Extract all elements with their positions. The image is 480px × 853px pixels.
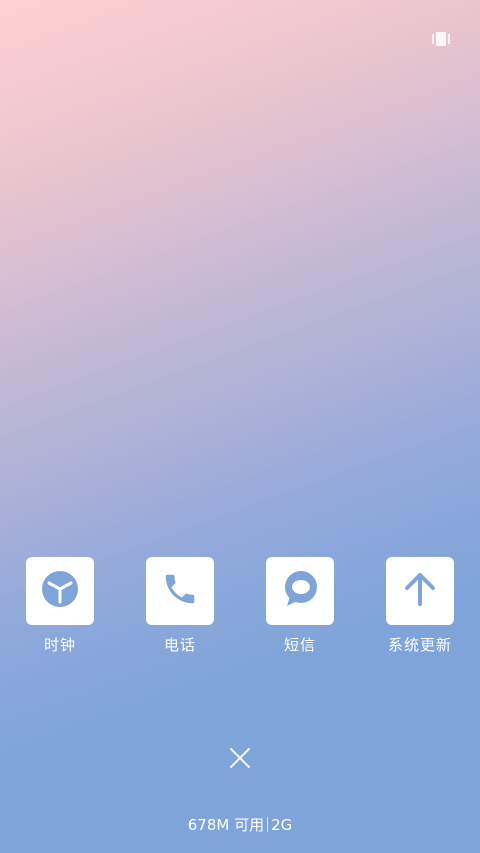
phone-icon xyxy=(161,570,199,612)
app-messages-tile[interactable] xyxy=(266,557,334,625)
app-clock-label: 时钟 xyxy=(43,636,76,654)
app-messages-label: 短信 xyxy=(283,636,316,654)
app-system-update-label: 系统更新 xyxy=(387,636,452,654)
network-type-text: 2G xyxy=(271,816,293,834)
memory-status-bar: 678M 可用 2G xyxy=(0,814,480,836)
app-clock-tile[interactable] xyxy=(26,557,94,625)
close-icon xyxy=(228,748,252,774)
message-bubble-icon xyxy=(280,569,320,613)
app-phone-label: 电话 xyxy=(163,636,196,654)
arrow-up-icon xyxy=(401,570,439,612)
close-button[interactable] xyxy=(228,746,252,770)
app-phone-tile[interactable] xyxy=(146,557,214,625)
app-phone[interactable]: 电话 xyxy=(130,557,230,667)
clock-icon xyxy=(41,570,79,612)
recent-apps-row: 时钟 电话 短信 系统更新 xyxy=(0,557,480,667)
app-system-update[interactable]: 系统更新 xyxy=(370,557,470,667)
card-stack-icon[interactable] xyxy=(432,31,450,46)
app-system-update-tile[interactable] xyxy=(386,557,454,625)
app-messages[interactable]: 短信 xyxy=(250,557,350,667)
memory-available-text: 678M 可用 xyxy=(187,816,265,834)
app-clock[interactable]: 时钟 xyxy=(10,557,110,667)
status-divider xyxy=(267,817,269,832)
